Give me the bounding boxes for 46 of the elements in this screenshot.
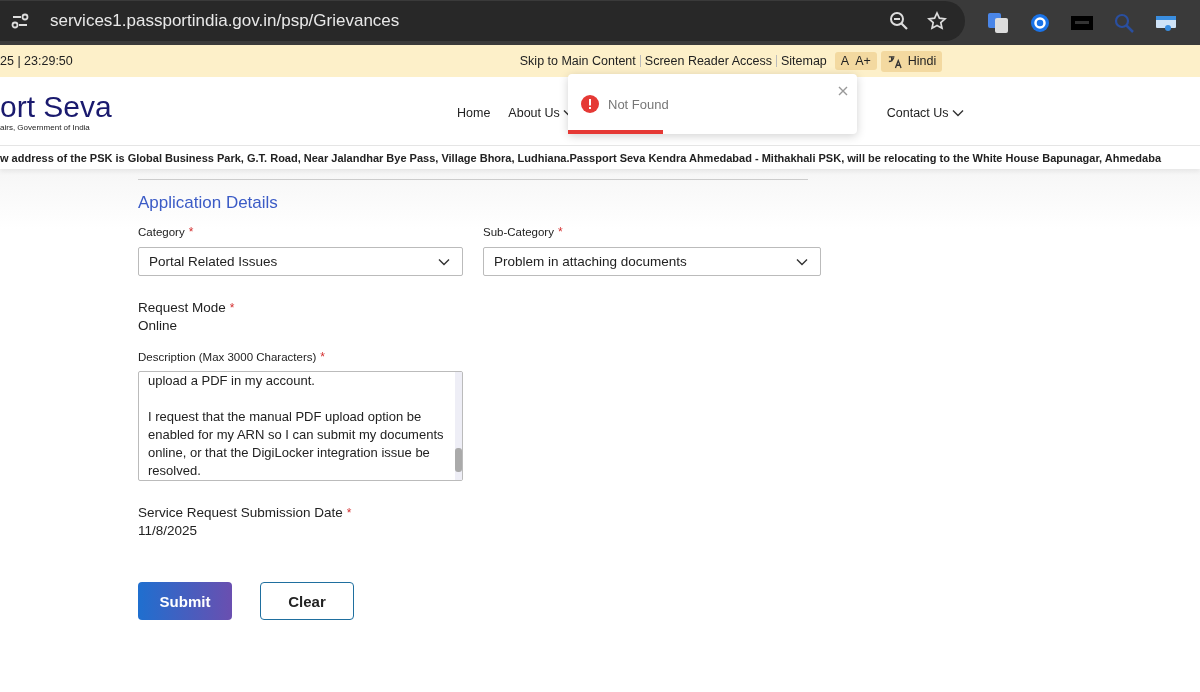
bookmark-star-icon[interactable] [927, 10, 947, 31]
section-title: Application Details [138, 193, 279, 213]
logo-subtitle: airs, Government of India [0, 122, 91, 132]
field-label: Category [138, 226, 185, 238]
required-asterisk: * [320, 350, 325, 364]
font-size-button[interactable]: A+ [855, 54, 871, 68]
required-asterisk: * [188, 225, 194, 239]
field-label: Service Request Submission Date [138, 505, 343, 520]
submit-button[interactable]: Submit [138, 582, 232, 620]
description-field[interactable]: upload a PDF in my account. I request that the manual PDF upload option be enabled for my ARN so I can submit my documents online, or that the DigiLocker integration issue be resolved. [138, 371, 463, 481]
font-size-button[interactable]: A [840, 54, 850, 68]
dropdown-field[interactable]: Portal Related Issues [138, 247, 463, 276]
description-text: I request that the manual PDF upload option be enabled for my ARN so I can submit my documents online, or that the DigiLocker integration issue be resolved. [148, 408, 445, 480]
date-time-text: 25 | 23:29:50 [0, 54, 73, 68]
url-text: services1.passportindia.gov.in/psp/Grievances [50, 10, 401, 31]
scrollbar[interactable] [455, 372, 462, 480]
top-link[interactable]: Screen Reader Access [644, 54, 772, 68]
nav-link[interactable]: Home [457, 106, 491, 120]
logo-title[interactable]: ort Seva [0, 90, 457, 123]
required-asterisk: * [346, 506, 352, 520]
field-label: Sub-Category [483, 226, 554, 238]
dropdown-field[interactable]: Problem in attaching documents [483, 247, 821, 276]
zoom-out-icon[interactable] [889, 10, 909, 31]
alert-icon [581, 95, 599, 113]
circular-extension-icon[interactable] [1029, 11, 1051, 34]
field-value: 11/8/2025 [138, 523, 199, 538]
top-link[interactable]: Skip to Main Content [519, 54, 636, 68]
language-button[interactable]: Hindi [880, 50, 943, 72]
language-icon [886, 53, 902, 69]
field-value: Online [138, 318, 179, 333]
toast-message: Not Found [608, 97, 669, 112]
close-icon[interactable] [838, 86, 848, 96]
description-text: upload a PDF in my account. [148, 372, 316, 390]
chevron-down-icon [796, 257, 808, 266]
window-extension-icon[interactable] [1155, 13, 1177, 32]
field-label: Request Mode [138, 300, 226, 315]
clear-button[interactable]: Clear [260, 582, 354, 620]
field-label: Description (Max 3000 Characters) [138, 351, 317, 363]
ticker-text: w address of the PSK is Global Business Park, G.T. Road, Near Jalandhar Bye Pass, Village Bhora, Ludhiana.Passport Seva Kendra Ahmedabad - Mithakhali PSK, will be relocating to the White House Bapunagar, Ahmedaba [0, 151, 1161, 164]
chevron-down-icon [438, 257, 450, 266]
translate-extension-icon[interactable] [987, 11, 1009, 34]
required-asterisk: * [557, 225, 563, 239]
address-bar[interactable]: services1.passportindia.gov.in/psp/Grievances [0, 0, 965, 41]
nav-link[interactable]: Contact Us [886, 106, 964, 120]
required-asterisk: * [229, 301, 235, 315]
top-link[interactable]: Sitemap [780, 54, 827, 68]
